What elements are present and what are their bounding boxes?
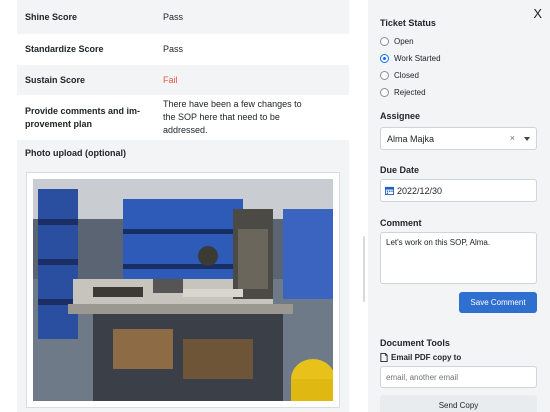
row-label: Standardize Score	[25, 44, 104, 54]
due-date-input[interactable]: 2022/12/30	[380, 179, 537, 202]
inspection-form: Shine Score Pass Standardize Score Pass …	[0, 0, 366, 412]
row-label: Sustain Score	[25, 74, 86, 85]
document-tools-title: Document Tools	[380, 338, 450, 348]
send-copy-button[interactable]: Send Copy	[380, 395, 537, 412]
status-radio-work-started[interactable]: Work Started	[380, 54, 441, 63]
comment-title: Comment	[380, 218, 422, 228]
radio-button[interactable]	[380, 71, 389, 80]
uploaded-photo[interactable]	[26, 172, 340, 408]
email-pdf-label-text: Email PDF copy to	[391, 353, 462, 362]
due-date-title: Due Date	[380, 165, 420, 175]
row-value: Pass	[163, 44, 184, 54]
status-radio-closed[interactable]: Closed	[380, 71, 419, 80]
row-label: Shine Score	[25, 11, 78, 22]
email-pdf-label: Email PDF copy to	[380, 353, 461, 362]
row-value: Pass	[163, 11, 184, 22]
ticket-status-title: Ticket Status	[380, 18, 436, 28]
radio-label: Open	[394, 37, 414, 46]
form-row-standardize: Standardize Score Pass	[17, 34, 349, 65]
file-pdf-icon	[380, 353, 388, 362]
radio-label: Work Started	[394, 54, 441, 63]
radio-label: Closed	[394, 71, 419, 80]
form-row-shine: Shine Score Pass	[17, 0, 349, 34]
calendar-icon	[385, 186, 394, 195]
clear-icon[interactable]: ×	[510, 133, 515, 143]
row-value: There have been a few changes to the SOP…	[163, 99, 302, 135]
chevron-down-icon[interactable]	[524, 137, 530, 141]
due-date-value: 2022/12/30	[397, 185, 443, 196]
radio-button[interactable]	[380, 88, 389, 97]
email-input[interactable]: email, another email	[380, 366, 537, 388]
ticket-sidebar: X Ticket Status Open Work Started Closed…	[368, 0, 550, 412]
assignee-title: Assignee	[380, 111, 421, 121]
status-radio-rejected[interactable]: Rejected	[380, 88, 426, 97]
comment-textarea[interactable]: Let's work on this SOP, Alma.	[380, 232, 537, 284]
panel-resize-handle[interactable]	[363, 236, 365, 302]
workshop-photo	[33, 179, 333, 401]
photo-upload-label: Photo upload (optional)	[25, 148, 126, 158]
assignee-value: Alma Majka	[387, 133, 435, 144]
radio-button[interactable]	[380, 37, 389, 46]
row-value-fail: Fail	[163, 74, 178, 85]
status-radio-open[interactable]: Open	[380, 37, 414, 46]
form-row-comments: Provide comments and im- provement plan …	[17, 95, 349, 140]
radio-label: Rejected	[394, 88, 426, 97]
row-label: Provide comments and im- provement plan	[25, 105, 141, 129]
save-comment-button[interactable]: Save Comment	[459, 292, 537, 313]
close-button[interactable]: X	[533, 6, 542, 21]
radio-button-selected[interactable]	[380, 54, 389, 63]
assignee-select[interactable]: Alma Majka ×	[380, 127, 537, 150]
form-row-sustain: Sustain Score Fail	[17, 65, 349, 95]
